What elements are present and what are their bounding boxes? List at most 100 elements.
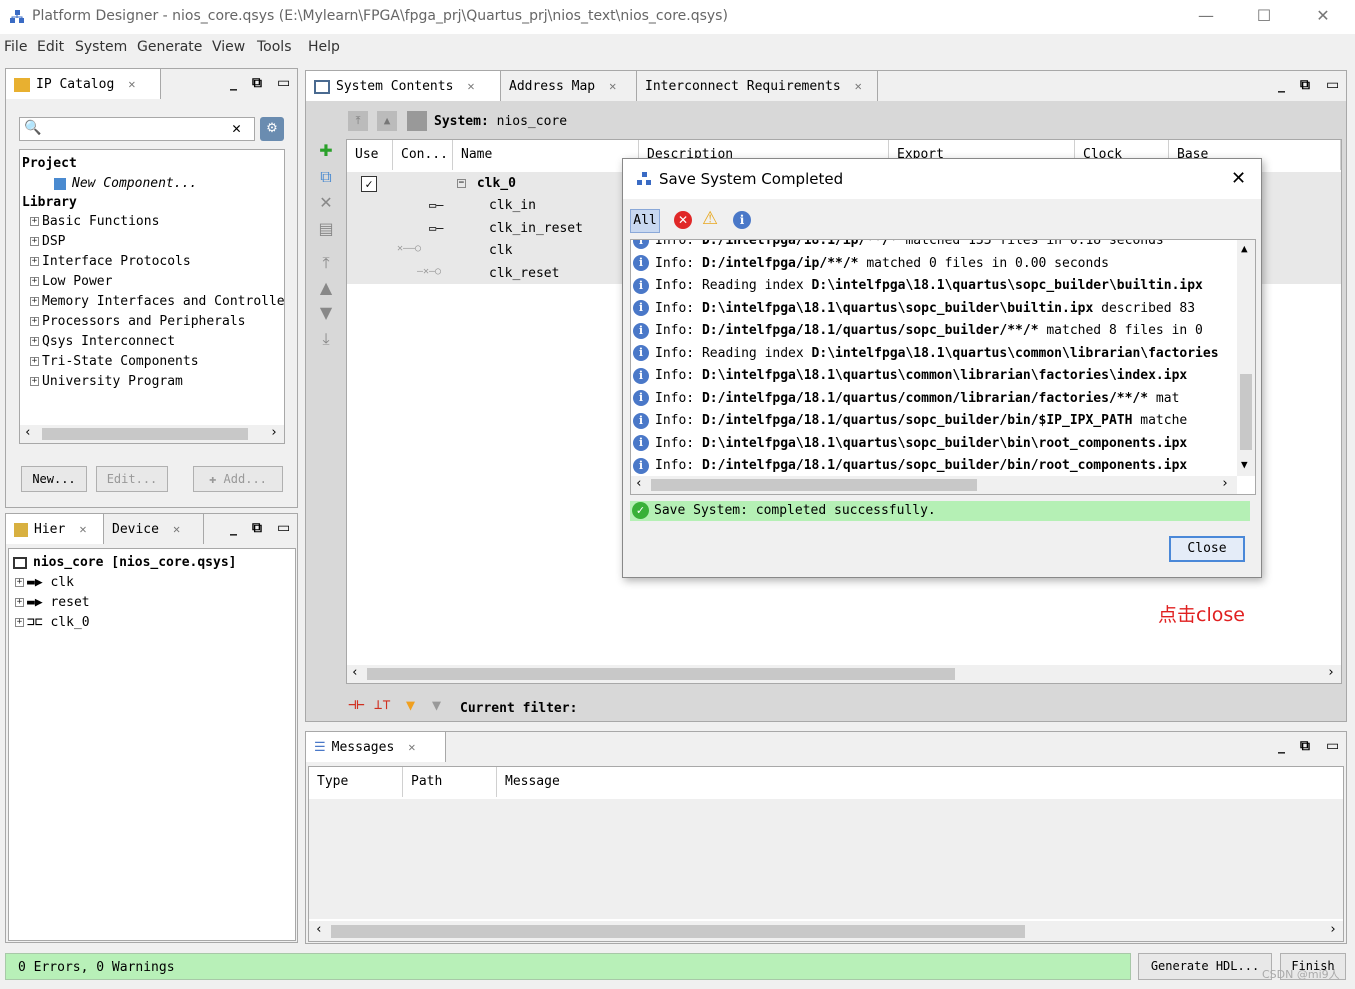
library-item[interactable]: + University Program (30, 372, 284, 392)
horizontal-scrollbar[interactable]: ‹ › (309, 921, 1343, 941)
minimize-button[interactable]: — (1196, 6, 1216, 26)
clock-filter-icon[interactable]: ⊣⊢ (348, 697, 365, 713)
move-up-tool-icon[interactable]: ▲ (316, 278, 336, 298)
library-item[interactable]: + Qsys Interconnect (30, 332, 284, 352)
filter-icon[interactable]: ▼ (406, 696, 415, 714)
minimize-panel-icon[interactable]: _ (1278, 738, 1285, 754)
tab-interconnect-requirements[interactable]: Interconnect Requirements ✕ (637, 71, 878, 101)
gear-icon[interactable]: ⚙ (260, 117, 284, 141)
vertical-scrollbar[interactable]: ▲ ▼ (1237, 240, 1255, 476)
edit-ip-button[interactable]: Edit... (96, 466, 168, 492)
move-up-icon[interactable]: ▲ (377, 111, 397, 131)
maximize-panel-icon[interactable]: ▭ (277, 520, 290, 536)
hierarchy-item[interactable]: + ▬▶ clk (15, 573, 74, 593)
horizontal-scrollbar[interactable]: ‹ › (20, 425, 284, 443)
new-ip-button[interactable]: New... (21, 466, 87, 492)
restore-panel-icon[interactable]: ⧉ (1300, 738, 1310, 754)
close-tab-icon[interactable]: ✕ (609, 79, 616, 93)
scrollbar-thumb[interactable] (367, 668, 955, 680)
library-item[interactable]: + Low Power (30, 272, 284, 292)
column-header-name[interactable]: Name (453, 140, 639, 170)
scroll-left-icon[interactable]: ‹ (351, 665, 359, 680)
expand-icon[interactable]: + (30, 357, 39, 366)
scrollbar-thumb[interactable] (42, 428, 248, 440)
library-item[interactable]: + Interface Protocols (30, 252, 284, 272)
clear-filter-icon[interactable]: ▼ (432, 696, 441, 714)
port-name[interactable]: clk_in (489, 196, 536, 216)
move-down-tool-icon[interactable]: ▼ (316, 303, 336, 323)
remove-icon[interactable]: ✕ (316, 193, 336, 213)
tab-system-contents[interactable]: System Contents ✕ (306, 71, 501, 101)
library-item[interactable]: + Processors and Peripherals (30, 312, 284, 332)
scrollbar-thumb[interactable] (1240, 374, 1252, 450)
library-item[interactable]: + Tri-State Components (30, 352, 284, 372)
menu-view[interactable]: View (212, 39, 245, 55)
port-name[interactable]: clk_in_reset (489, 219, 583, 239)
expand-icon[interactable]: + (30, 277, 39, 286)
filter-errors-icon[interactable]: ✕ (674, 211, 692, 229)
maximize-button[interactable]: ☐ (1254, 6, 1274, 26)
tab-device[interactable]: Device ✕ (104, 514, 204, 544)
minimize-panel-icon[interactable]: _ (230, 520, 237, 536)
menu-edit[interactable]: Edit (37, 39, 64, 55)
minimize-panel-icon[interactable]: _ (230, 75, 237, 91)
close-tab-icon[interactable]: ✕ (855, 79, 862, 93)
horizontal-scrollbar[interactable]: ‹ › (631, 476, 1237, 494)
expand-icon[interactable]: + (30, 257, 39, 266)
column-header-path[interactable]: Path (403, 767, 497, 797)
expand-icon[interactable]: + (30, 217, 39, 226)
tab-messages[interactable]: ☰ Messages ✕ (306, 732, 446, 762)
column-header-connections[interactable]: Con... (393, 140, 453, 170)
hierarchy-root[interactable]: nios_core [nios_core.qsys] (13, 553, 237, 573)
scrollbar-thumb[interactable] (331, 925, 1025, 938)
horizontal-scrollbar[interactable]: ‹ › (347, 665, 1341, 683)
menu-generate[interactable]: Generate (137, 39, 202, 55)
tree-new-component[interactable]: New Component... (54, 174, 197, 194)
column-header-message[interactable]: Message (497, 767, 1343, 797)
minimize-panel-icon[interactable]: _ (1278, 77, 1285, 93)
column-header-use[interactable]: Use (347, 140, 393, 170)
dialog-close-button[interactable]: Close (1169, 536, 1245, 562)
scroll-left-icon[interactable]: ‹ (635, 476, 643, 491)
filter-all-button[interactable]: All (630, 209, 660, 233)
maximize-panel-icon[interactable]: ▭ (1326, 738, 1339, 754)
move-top-icon[interactable]: ⤒ (348, 111, 368, 131)
scroll-down-icon[interactable]: ▼ (1241, 458, 1248, 471)
expand-icon[interactable]: + (30, 377, 39, 386)
scroll-right-icon[interactable]: › (1221, 476, 1229, 491)
scroll-right-icon[interactable]: › (1329, 922, 1337, 937)
expand-icon[interactable]: + (15, 618, 24, 627)
component-name[interactable]: − clk_0 (457, 174, 516, 194)
column-header-type[interactable]: Type (309, 767, 403, 797)
menu-system[interactable]: System (75, 39, 127, 55)
filter-info-icon[interactable]: i (733, 211, 751, 229)
use-checkbox[interactable]: ✓ (361, 176, 377, 192)
close-tab-icon[interactable]: ✕ (467, 79, 474, 93)
expand-icon[interactable]: + (30, 297, 39, 306)
tab-hierarchy[interactable]: Hier ✕ (6, 514, 104, 544)
close-tab-icon[interactable]: ✕ (128, 77, 135, 91)
maximize-panel-icon[interactable]: ▭ (1326, 77, 1339, 93)
close-tab-icon[interactable]: ✕ (79, 522, 86, 536)
tab-address-map[interactable]: Address Map ✕ (501, 71, 637, 101)
reset-filter-icon[interactable]: ⊥⊤ (374, 697, 391, 713)
maximize-panel-icon[interactable]: ▭ (277, 75, 290, 91)
generate-hdl-button[interactable]: Generate HDL... (1138, 953, 1272, 980)
hierarchy-item[interactable]: + ⊐⊏ clk_0 (15, 613, 90, 633)
close-window-button[interactable]: ✕ (1313, 6, 1333, 26)
close-tab-icon[interactable]: ✕ (173, 522, 180, 536)
port-name[interactable]: clk (489, 241, 512, 261)
filter-warnings-icon[interactable]: ⚠ (702, 208, 718, 229)
expand-icon[interactable]: + (30, 337, 39, 346)
scroll-up-icon[interactable]: ▲ (1241, 242, 1248, 255)
tab-ip-catalog[interactable]: IP Catalog ✕ (6, 69, 161, 99)
menu-tools[interactable]: Tools (257, 39, 292, 55)
library-item[interactable]: + Basic Functions (30, 212, 284, 232)
library-item[interactable]: + Memory Interfaces and Controllers (30, 292, 284, 312)
restore-panel-icon[interactable]: ⧉ (252, 520, 262, 536)
scroll-right-icon[interactable]: › (270, 425, 278, 440)
dialog-close-icon[interactable]: ✕ (1231, 168, 1246, 189)
clear-search-icon[interactable]: ✕ (232, 119, 241, 137)
add-component-icon[interactable]: ✚ (316, 141, 336, 161)
scrollbar-thumb[interactable] (651, 479, 977, 491)
